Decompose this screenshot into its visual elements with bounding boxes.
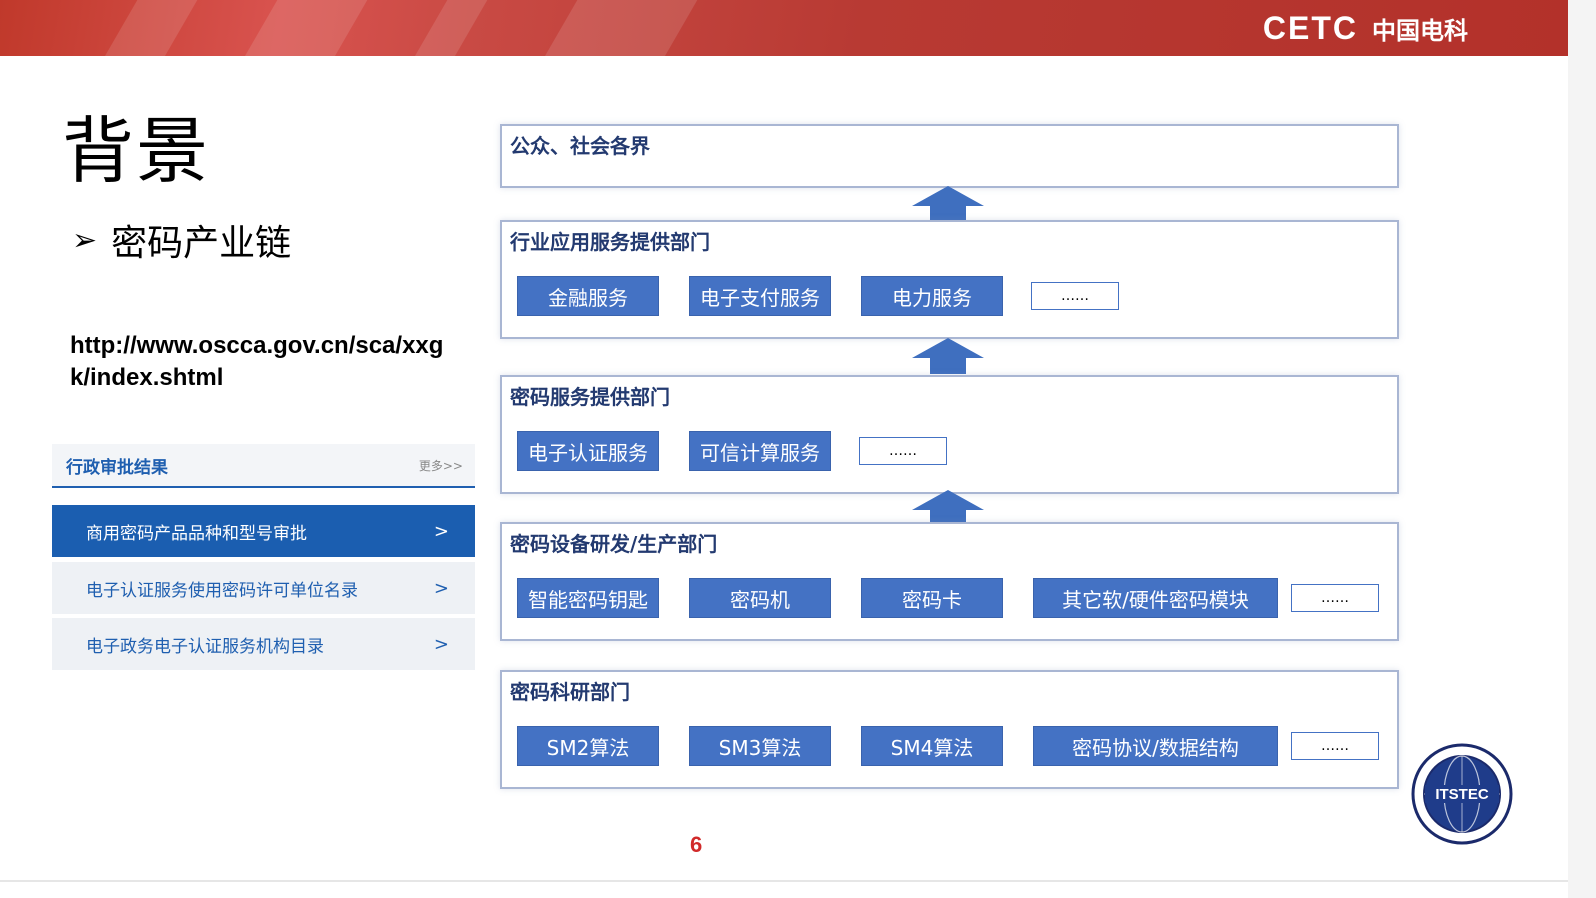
brand-logo: CETC 中国电科 <box>1263 10 1468 47</box>
chevron-right-icon: > <box>433 520 449 542</box>
panel-item[interactable]: 电子政务电子认证服务机构目录 > <box>52 618 475 670</box>
diagram-box: 其它软/硬件密码模块 <box>1033 578 1278 618</box>
panel-item-label: 电子认证服务使用密码许可单位名录 <box>86 580 358 601</box>
chevron-right-icon: > <box>433 633 449 655</box>
panel-item-label: 电子政务电子认证服务机构目录 <box>86 636 324 657</box>
chevron-right-icon: > <box>433 577 449 599</box>
diagram-box: 密码卡 <box>861 578 1003 618</box>
slide-edge <box>1568 0 1596 898</box>
layer-industry: 行业应用服务提供部门 金融服务 电子支付服务 电力服务 …… <box>500 220 1399 339</box>
layer-title: 行业应用服务提供部门 <box>504 222 748 259</box>
diagram-box: 密码机 <box>689 578 831 618</box>
layer-title: 密码科研部门 <box>504 672 688 709</box>
ellipsis-box: …… <box>1291 584 1379 612</box>
diagram-box: SM3算法 <box>689 726 831 766</box>
diagram-box: 电子支付服务 <box>689 276 831 316</box>
panel-heading: 行政审批结果 更多>> <box>52 444 475 488</box>
diagram-box: 金融服务 <box>517 276 659 316</box>
ellipsis-box: …… <box>1031 282 1119 310</box>
ellipsis-box: …… <box>859 437 947 465</box>
layer-service: 密码服务提供部门 电子认证服务 可信计算服务 …… <box>500 375 1399 494</box>
layer-title: 密码服务提供部门 <box>504 377 748 414</box>
panel-item[interactable]: 电子认证服务使用密码许可单位名录 > <box>52 562 475 614</box>
source-url[interactable]: http://www.oscca.gov.cn/sca/xxgk/index.s… <box>70 330 450 394</box>
brand-cn: 中国电科 <box>1372 18 1468 45</box>
bullet-item: ➢ 密码产业链 <box>72 214 291 266</box>
diagram-box: 电力服务 <box>861 276 1003 316</box>
diagram-box: 可信计算服务 <box>689 431 831 471</box>
diagram-box: SM2算法 <box>517 726 659 766</box>
layer-device: 密码设备研发/生产部门 智能密码钥匙 密码机 密码卡 其它软/硬件密码模块 …… <box>500 522 1399 641</box>
layer-public: 公众、社会各界 <box>500 124 1399 188</box>
panel-heading-label: 行政审批结果 <box>66 457 168 478</box>
up-arrow-icon <box>912 186 984 222</box>
page-number: 6 <box>690 832 703 857</box>
diagram-box: 电子认证服务 <box>517 431 659 471</box>
ellipsis-box: …… <box>1291 732 1379 760</box>
slide-title: 背景 <box>62 109 211 193</box>
layer-title: 密码设备研发/生产部门 <box>504 524 750 561</box>
up-arrow-icon <box>912 490 984 526</box>
diagram-box: 智能密码钥匙 <box>517 578 659 618</box>
more-link[interactable]: 更多>> <box>419 457 463 474</box>
panel-item-label: 商用密码产品品种和型号审批 <box>86 523 307 544</box>
bullet-arrow-icon: ➢ <box>72 222 98 258</box>
diagram-box: 密码协议/数据结构 <box>1033 726 1278 766</box>
up-arrow-icon <box>912 338 984 374</box>
layer-title: 公众、社会各界 <box>504 126 752 163</box>
panel-item[interactable]: 商用密码产品品种和型号审批 > <box>52 505 475 557</box>
seal-text: ITSTEC <box>1435 786 1489 803</box>
header-bar: CETC 中国电科 <box>0 0 1568 56</box>
bullet-text: 密码产业链 <box>111 223 292 264</box>
layer-research: 密码科研部门 SM2算法 SM3算法 SM4算法 密码协议/数据结构 …… <box>500 670 1399 789</box>
diagram-box: SM4算法 <box>861 726 1003 766</box>
brand-latin: CETC <box>1262 10 1358 46</box>
footer-rule <box>0 880 1568 882</box>
itstec-seal-logo: ITSTEC <box>1411 743 1513 845</box>
